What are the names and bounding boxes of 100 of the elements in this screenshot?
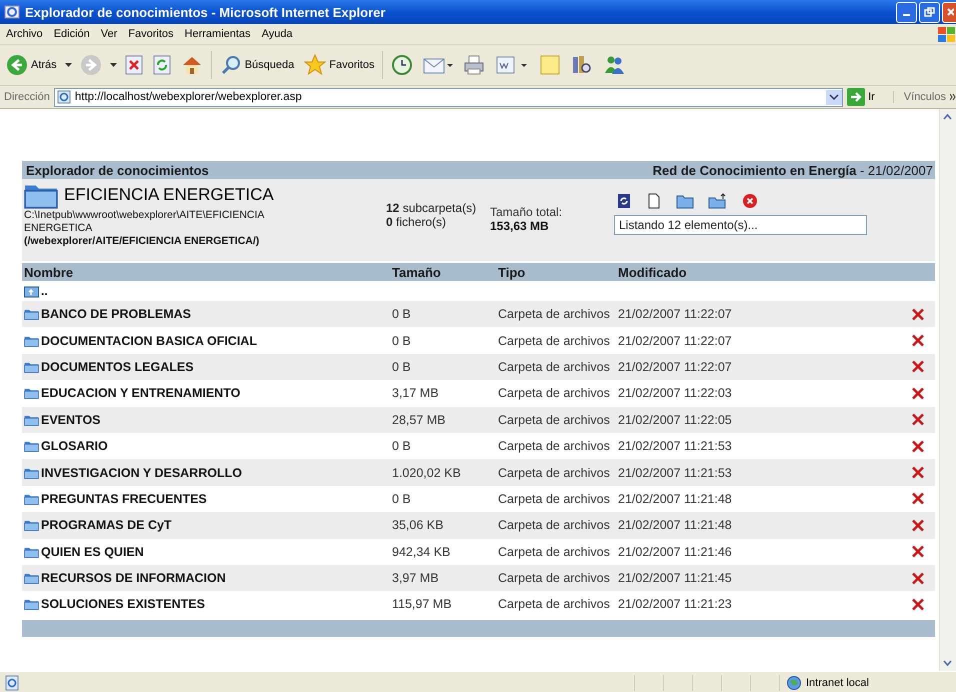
virtual-path: (/webexplorer/AITE/EFICIENCIA ENERGETICA/) — [24, 235, 260, 247]
printer-icon — [463, 54, 486, 76]
folder-name[interactable]: DOCUMENTACION BASICA OFICIAL — [41, 334, 257, 348]
table-cell-text: 115,97 MB — [392, 597, 453, 612]
column-header[interactable]: Tamaño — [392, 264, 498, 280]
menu-item[interactable]: Favoritos — [126, 28, 183, 40]
menu-item[interactable]: Edición — [52, 28, 99, 40]
folder-name[interactable]: SOLUCIONES EXISTENTES — [41, 597, 205, 612]
delete-icon[interactable] — [911, 334, 925, 348]
address-field[interactable]: http://localhost/webexplorer/webexplorer.asp — [54, 88, 844, 106]
parent-folder-icon[interactable] — [24, 284, 39, 298]
table-cell-text: Carpeta de archivos — [498, 518, 611, 532]
folder-icon — [24, 387, 39, 400]
table-cell-text: 0 B — [392, 334, 412, 348]
folder-name[interactable]: BANCO DE PROBLEMAS — [41, 307, 192, 322]
table-cell-text: 21/02/2007 11:22:05 — [618, 412, 733, 427]
table-cell-text: 21/02/2007 11:21:48 — [618, 492, 733, 506]
folder-icon — [24, 572, 39, 584]
blank-page-icon[interactable] — [646, 193, 662, 209]
column-header[interactable]: Nombre — [24, 264, 392, 280]
file-count: 0 fichero(s) — [386, 215, 448, 229]
table-cell-text: 0 B — [392, 307, 412, 322]
star-icon — [304, 54, 326, 76]
folder-icon — [24, 440, 39, 452]
links-label[interactable]: Vínculos — [892, 91, 946, 103]
table-cell-text: 21/02/2007 11:21:48 — [618, 518, 733, 532]
parent-folder-link[interactable]: .. — [41, 284, 48, 298]
minimize-button[interactable] — [896, 2, 917, 22]
refresh-icon[interactable] — [616, 193, 632, 209]
table-cell-text: Carpeta de archivos — [498, 544, 611, 559]
delete-icon[interactable] — [911, 308, 925, 321]
zone-label: Intranet local — [806, 677, 869, 689]
folder-icon — [24, 598, 39, 610]
menu-item[interactable]: Ayuda — [260, 28, 302, 40]
favorites-button[interactable]: Favoritos — [302, 52, 376, 78]
folder-path: C:\Inetpub\wwwroot\webexplorer\AITE\EFICIENCIA ENERGETICA — [24, 209, 266, 235]
delete-icon[interactable] — [911, 440, 925, 453]
table-cell-text: Carpeta de archivos — [498, 466, 611, 480]
delete-icon[interactable] — [911, 598, 925, 611]
dropdown-arrow-icon[interactable] — [64, 62, 72, 68]
table-cell-text: 0 B — [392, 492, 412, 506]
delete-icon[interactable] — [911, 545, 925, 558]
folder-icon — [24, 519, 39, 532]
folder-icon — [24, 308, 39, 320]
delete-icon[interactable] — [911, 492, 925, 506]
folder-name[interactable]: INVESTIGACION Y DESARROLLO — [41, 466, 242, 480]
folder-name[interactable]: PREGUNTAS FRECUENTES — [41, 492, 207, 506]
table-cell-text: Carpeta de archivos — [498, 597, 611, 612]
close-button[interactable] — [942, 2, 956, 22]
delete-icon[interactable] — [911, 572, 925, 585]
folder-name[interactable]: EVENTOS — [41, 412, 101, 427]
total-size: Tamaño total: 153,63 MB — [490, 205, 564, 233]
menu-item[interactable]: Ver — [98, 28, 126, 40]
stop-button[interactable] — [122, 53, 145, 77]
table-cell-text: 0 B — [392, 439, 412, 454]
dropdown-arrow-icon[interactable] — [110, 62, 117, 68]
menu-item[interactable]: Archivo — [4, 28, 52, 40]
page-icon — [56, 90, 71, 104]
menu-item[interactable]: Herramientas — [182, 28, 260, 40]
delete-icon[interactable] — [911, 360, 925, 374]
delete-icon[interactable] — [911, 466, 925, 480]
go-button[interactable]: Ir — [847, 88, 889, 106]
table-cell-text: 21/02/2007 11:21:46 — [618, 544, 733, 559]
folder-icon — [24, 334, 39, 347]
table-cell-text: 21/02/2007 11:21:53 — [618, 466, 733, 480]
address-label: Dirección — [4, 91, 50, 103]
column-header[interactable]: Tipo — [498, 264, 618, 280]
folder-icon[interactable] — [676, 193, 694, 209]
back-button[interactable]: Atrás — [4, 52, 59, 78]
refresh-button[interactable] — [150, 53, 173, 77]
delete-icon[interactable] — [911, 413, 925, 426]
chevron-icon[interactable] — [950, 93, 956, 101]
table-cell-text: 28,57 MB — [392, 412, 447, 427]
folder-icon — [24, 492, 39, 505]
table-cell-text: 21/02/2007 11:22:07 — [618, 307, 733, 322]
folder-name[interactable]: EDUCACION Y ENTRENAMIENTO — [41, 386, 240, 400]
search-button[interactable]: Búsqueda — [218, 52, 296, 78]
people-icon — [603, 54, 626, 76]
folder-icon — [24, 466, 39, 479]
delete-icon[interactable] — [911, 518, 925, 532]
page-icon — [4, 675, 20, 691]
folder-arrow-icon[interactable] — [708, 193, 728, 209]
table-cell-text: Carpeta de archivos — [498, 439, 611, 454]
folder-name[interactable]: RECURSOS DE INFORMACION — [41, 571, 226, 586]
folder-name[interactable]: DOCUMENTOS LEGALES — [41, 360, 194, 374]
scrollbar[interactable] — [939, 109, 956, 671]
table-cell-text: Carpeta de archivos — [498, 571, 611, 586]
table-cell-text: 21/02/2007 11:22:07 — [618, 360, 733, 374]
folder-icon — [24, 360, 39, 373]
document-icon — [495, 54, 530, 76]
column-header[interactable]: Modificado — [618, 264, 911, 280]
delete-icon[interactable] — [911, 386, 925, 400]
folder-name[interactable]: QUIEN ES QUIEN — [41, 544, 144, 559]
status-field: Listando 12 elemento(s)... — [614, 215, 867, 235]
folder-name[interactable]: PROGRAMAS DE CyT — [41, 518, 172, 532]
delete-icon[interactable] — [742, 193, 758, 209]
folder-icon — [24, 414, 39, 426]
table-cell-text: 21/02/2007 11:21:45 — [618, 571, 733, 586]
folder-name[interactable]: GLOSARIO — [41, 439, 108, 454]
maximize-button[interactable] — [919, 2, 940, 22]
